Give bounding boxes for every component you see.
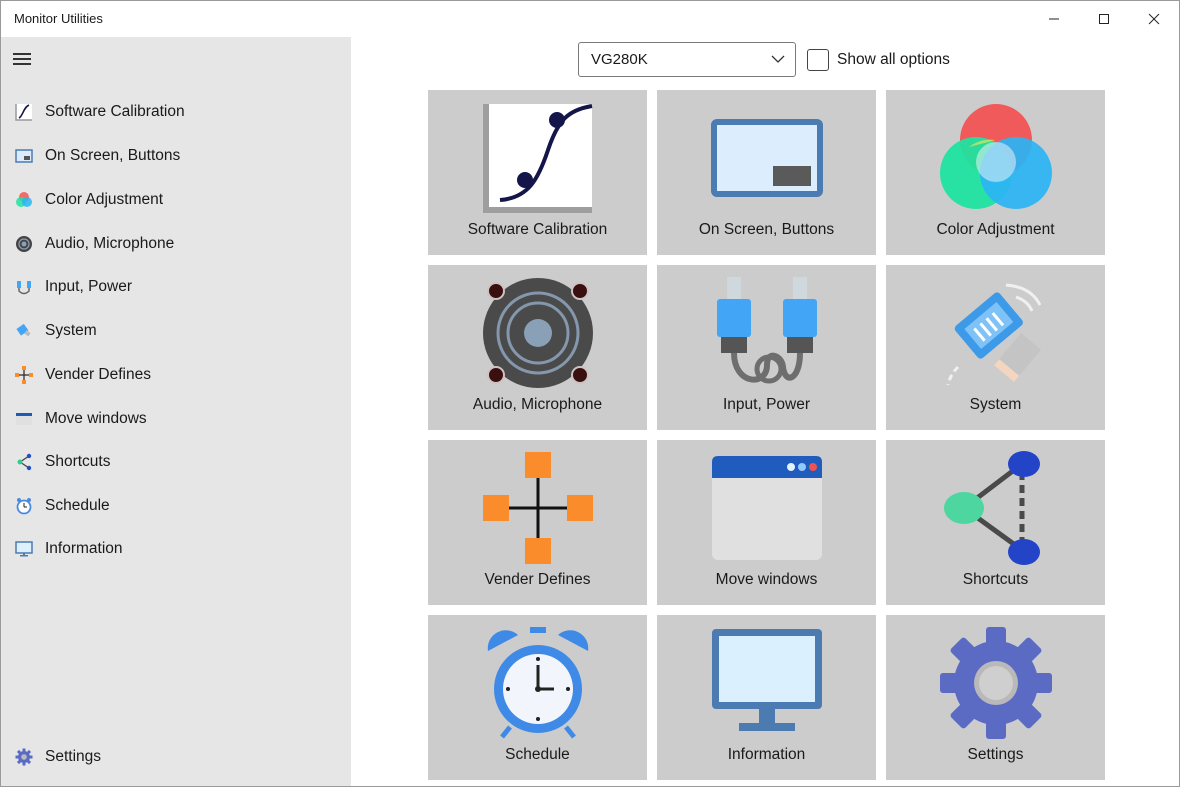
close-icon bbox=[1148, 13, 1160, 25]
sidebar-item-label: Schedule bbox=[45, 497, 110, 514]
system-icon bbox=[936, 275, 1056, 391]
vender-icon bbox=[14, 365, 34, 385]
tile-settings[interactable]: Settings bbox=[886, 615, 1105, 780]
gear-icon bbox=[936, 625, 1056, 741]
on-screen-icon bbox=[14, 146, 34, 166]
tile-label: Settings bbox=[967, 746, 1024, 763]
tile-label: Vender Defines bbox=[484, 571, 591, 588]
tile-color-adjustment[interactable]: Color Adjustment bbox=[886, 90, 1105, 255]
speaker-icon bbox=[478, 275, 598, 391]
sidebar-item-label: Shortcuts bbox=[45, 453, 111, 470]
sidebar-item-information[interactable]: Information bbox=[1, 529, 351, 569]
sidebar-item-color-adjustment[interactable]: Color Adjustment bbox=[1, 180, 351, 220]
sidebar-item-schedule[interactable]: Schedule bbox=[1, 486, 351, 526]
sidebar-item-shortcuts[interactable]: Shortcuts bbox=[1, 442, 351, 482]
sidebar-item-label: On Screen, Buttons bbox=[45, 147, 181, 164]
tile-label: Color Adjustment bbox=[936, 221, 1055, 238]
cable-icon bbox=[14, 277, 34, 297]
vender-icon bbox=[478, 450, 598, 566]
tile-software-calibration[interactable]: Software Calibration bbox=[428, 90, 647, 255]
tile-audio-microphone[interactable]: Audio, Microphone bbox=[428, 265, 647, 430]
minimize-icon bbox=[1049, 18, 1059, 20]
sidebar-item-on-screen-buttons[interactable]: On Screen, Buttons bbox=[1, 136, 351, 176]
system-icon bbox=[14, 321, 34, 341]
hamburger-menu-icon[interactable] bbox=[13, 51, 33, 67]
calibration-icon bbox=[478, 100, 598, 216]
sidebar-item-label: Color Adjustment bbox=[45, 191, 164, 208]
tile-label: Shortcuts bbox=[962, 571, 1029, 588]
show-all-options-checkbox[interactable] bbox=[807, 49, 829, 71]
sidebar-item-software-calibration[interactable]: Software Calibration bbox=[1, 92, 351, 132]
maximize-button[interactable] bbox=[1079, 1, 1129, 37]
tile-schedule[interactable]: Schedule bbox=[428, 615, 647, 780]
sidebar-item-system[interactable]: System bbox=[1, 311, 351, 351]
maximize-icon bbox=[1099, 14, 1109, 24]
tile-on-screen-buttons[interactable]: On Screen, Buttons bbox=[657, 90, 876, 255]
monitor-icon bbox=[14, 539, 34, 559]
close-button[interactable] bbox=[1129, 1, 1179, 37]
window-icon bbox=[707, 450, 827, 566]
sidebar: Software Calibration On Screen, Buttons … bbox=[1, 37, 351, 786]
sidebar-item-label: Software Calibration bbox=[45, 103, 185, 120]
sidebar-item-audio-microphone[interactable]: Audio, Microphone bbox=[1, 224, 351, 264]
calibration-icon bbox=[14, 102, 34, 122]
minimize-button[interactable] bbox=[1029, 1, 1079, 37]
tile-system[interactable]: System bbox=[886, 265, 1105, 430]
app-window: Monitor Utilities Software Calibration O… bbox=[0, 0, 1180, 787]
monitor-icon bbox=[707, 625, 827, 741]
color-icon bbox=[936, 100, 1056, 216]
monitor-select[interactable]: VG280K bbox=[578, 42, 796, 77]
sidebar-item-label: System bbox=[45, 322, 97, 339]
gear-icon bbox=[14, 747, 34, 767]
sidebar-item-label: Move windows bbox=[45, 410, 147, 427]
alarm-clock-icon bbox=[14, 496, 34, 516]
sidebar-item-label: Audio, Microphone bbox=[45, 235, 175, 252]
tile-label: On Screen, Buttons bbox=[698, 221, 835, 238]
tile-input-power[interactable]: Input, Power bbox=[657, 265, 876, 430]
sidebar-item-vender-defines[interactable]: Vender Defines bbox=[1, 355, 351, 395]
main-content: VG280K Show all options Software Calibra… bbox=[351, 37, 1179, 786]
tile-shortcuts[interactable]: Shortcuts bbox=[886, 440, 1105, 605]
tile-label: Move windows bbox=[715, 571, 818, 588]
tile-label: System bbox=[969, 396, 1022, 413]
sidebar-item-input-power[interactable]: Input, Power bbox=[1, 267, 351, 307]
share-icon bbox=[14, 452, 34, 472]
speaker-icon bbox=[14, 234, 34, 254]
tile-label: Information bbox=[727, 746, 806, 763]
sidebar-item-settings[interactable]: Settings bbox=[1, 737, 351, 777]
title-bar: Monitor Utilities bbox=[1, 1, 1179, 37]
monitor-select-value: VG280K bbox=[591, 51, 648, 68]
color-icon bbox=[14, 190, 34, 210]
sidebar-item-label: Information bbox=[45, 540, 123, 557]
sidebar-item-label: Settings bbox=[45, 748, 102, 765]
tile-move-windows[interactable]: Move windows bbox=[657, 440, 876, 605]
tile-vender-defines[interactable]: Vender Defines bbox=[428, 440, 647, 605]
tile-label: Software Calibration bbox=[467, 221, 608, 238]
tile-label: Schedule bbox=[505, 746, 570, 763]
chevron-down-icon bbox=[771, 55, 785, 63]
sidebar-item-label: Input, Power bbox=[45, 278, 133, 295]
cable-icon bbox=[707, 275, 827, 391]
alarm-clock-icon bbox=[478, 625, 598, 741]
share-icon bbox=[936, 450, 1056, 566]
tile-label: Input, Power bbox=[722, 396, 811, 413]
tile-information[interactable]: Information bbox=[657, 615, 876, 780]
window-icon bbox=[14, 409, 34, 429]
sidebar-item-move-windows[interactable]: Move windows bbox=[1, 399, 351, 439]
sidebar-item-label: Vender Defines bbox=[45, 366, 151, 383]
window-title: Monitor Utilities bbox=[14, 11, 103, 26]
show-all-options-label[interactable]: Show all options bbox=[837, 51, 950, 69]
tile-label: Audio, Microphone bbox=[472, 396, 603, 413]
on-screen-icon bbox=[707, 100, 827, 216]
